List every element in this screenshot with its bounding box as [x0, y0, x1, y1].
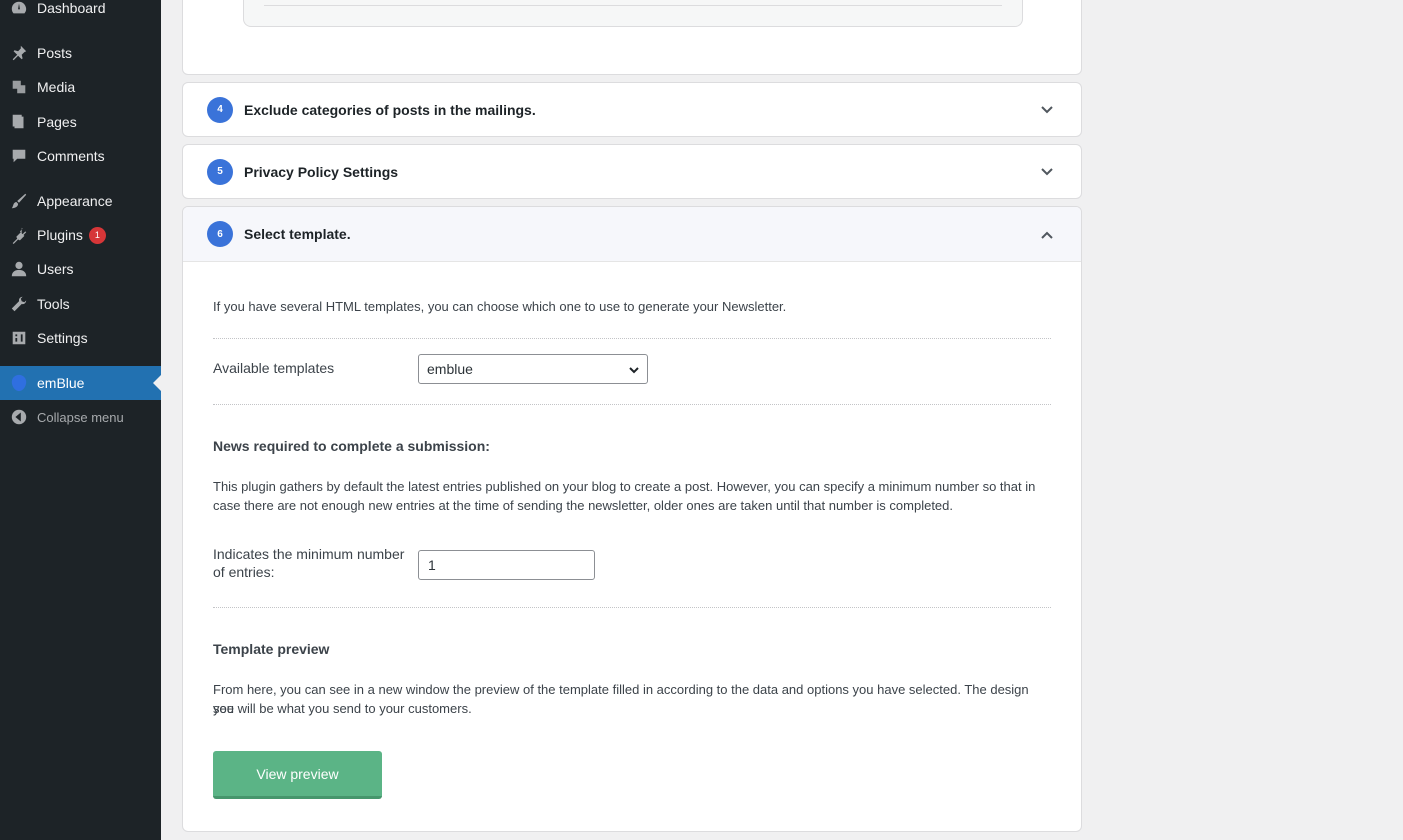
- collapse-icon: [9, 407, 29, 427]
- sidebar-item-label: emBlue: [37, 375, 85, 391]
- sidebar-item-emblue[interactable]: emBlue: [0, 366, 161, 400]
- template-select-value: emblue: [427, 361, 473, 377]
- brush-icon: [9, 191, 29, 211]
- admin-sidebar: Dashboard Posts Media Pages Comments App…: [0, 0, 161, 840]
- sidebar-item-settings[interactable]: Settings: [0, 321, 161, 355]
- template-preview-text-line-2: see will be what you send to your custom…: [213, 701, 472, 716]
- collapse-menu-button[interactable]: Collapse menu: [0, 400, 161, 434]
- view-preview-button[interactable]: View preview: [213, 751, 382, 799]
- section-exclude-categories[interactable]: 4 Exclude categories of posts in the mai…: [182, 82, 1082, 137]
- section-select-template: 6 Select template. If you have several H…: [182, 206, 1082, 832]
- chevron-down-icon: [628, 363, 640, 375]
- divider: [264, 5, 1002, 6]
- news-required-text-line-1: This plugin gathers by default the lates…: [213, 479, 1036, 494]
- user-icon: [9, 259, 29, 279]
- sidebar-item-tools[interactable]: Tools: [0, 287, 161, 321]
- sidebar-item-dashboard[interactable]: Dashboard: [0, 0, 161, 25]
- settings-icon: [9, 328, 29, 348]
- sidebar-item-comments[interactable]: Comments: [0, 139, 161, 173]
- section-title: Select template.: [244, 226, 351, 242]
- template-intro-text: If you have several HTML templates, you …: [213, 299, 787, 314]
- min-entries-label-line-1: Indicates the minimum number: [213, 546, 405, 562]
- comment-icon: [9, 146, 29, 166]
- pages-icon: [9, 112, 29, 132]
- sidebar-item-label: Media: [37, 79, 76, 95]
- sidebar-item-pages[interactable]: Pages: [0, 105, 161, 139]
- sidebar-item-label: Plugins: [37, 227, 83, 243]
- sidebar-item-label: Pages: [37, 114, 77, 130]
- divider: [213, 607, 1051, 608]
- sidebar-item-label: Settings: [37, 330, 88, 346]
- min-entries-label-line-2: of entries:: [213, 564, 275, 580]
- plugin-icon: [9, 225, 29, 245]
- wrench-icon: [9, 294, 29, 314]
- sidebar-item-label: Users: [37, 261, 74, 277]
- sidebar-item-media[interactable]: Media: [0, 70, 161, 104]
- active-indicator: [153, 375, 161, 391]
- sidebar-item-appearance[interactable]: Appearance: [0, 184, 161, 218]
- section-header[interactable]: 6 Select template.: [183, 207, 1081, 262]
- sidebar-item-label: Collapse menu: [37, 409, 124, 425]
- template-preview-title: Template preview: [213, 641, 330, 657]
- template-select[interactable]: emblue: [418, 354, 648, 384]
- sidebar-item-users[interactable]: Users: [0, 252, 161, 286]
- sidebar-item-label: Tools: [37, 296, 70, 312]
- chevron-up-icon[interactable]: [1039, 228, 1055, 244]
- sidebar-item-plugins[interactable]: Plugins 1: [0, 218, 161, 252]
- step-number-badge: 4: [207, 96, 233, 123]
- inner-content-box: [243, 0, 1023, 27]
- sidebar-item-label: Comments: [37, 148, 105, 164]
- divider: [213, 338, 1051, 339]
- section-title: Privacy Policy Settings: [244, 163, 399, 180]
- news-required-title: News required to complete a submission:: [213, 438, 490, 454]
- update-count-badge: 1: [88, 226, 106, 244]
- media-icon: [9, 77, 29, 97]
- sidebar-item-label: Dashboard: [37, 0, 106, 16]
- min-entries-input[interactable]: [418, 550, 595, 580]
- chevron-down-icon[interactable]: [1039, 102, 1055, 118]
- section-title: Exclude categories of posts in the maili…: [244, 101, 536, 118]
- sidebar-item-posts[interactable]: Posts: [0, 36, 161, 70]
- sidebar-item-label: Appearance: [37, 193, 113, 209]
- divider: [213, 404, 1051, 405]
- section-privacy-policy[interactable]: 5 Privacy Policy Settings: [182, 144, 1082, 199]
- emblue-drop-icon: [9, 373, 29, 393]
- step-number-badge: 5: [207, 158, 233, 185]
- step-number-badge: 6: [207, 221, 233, 247]
- previous-section-card: [182, 0, 1082, 75]
- dashboard-icon: [9, 0, 29, 18]
- pin-icon: [9, 43, 29, 63]
- available-templates-label: Available templates: [213, 360, 335, 376]
- sidebar-item-label: Posts: [37, 45, 73, 61]
- chevron-down-icon[interactable]: [1039, 164, 1055, 180]
- news-required-text-line-2: case there are not enough new entries at…: [213, 498, 954, 513]
